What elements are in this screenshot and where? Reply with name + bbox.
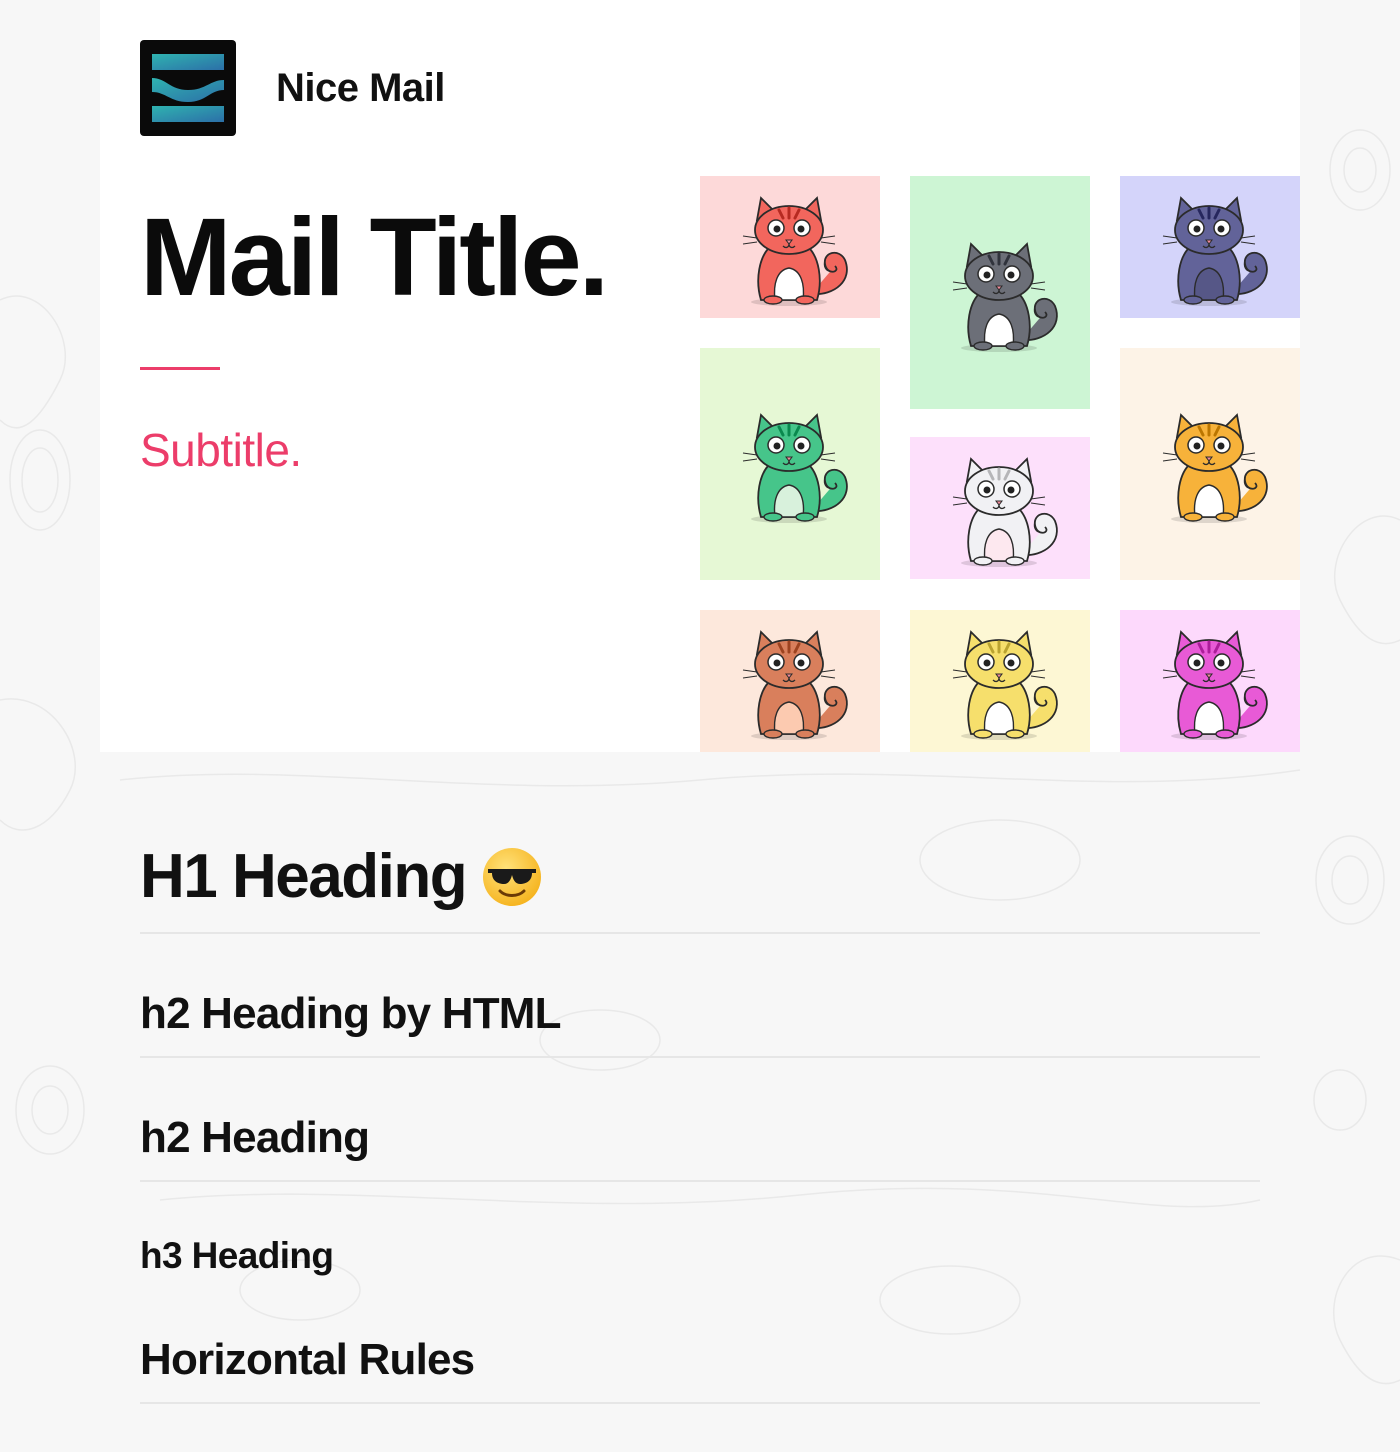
hero-section: Nice Mail Mail Title. Subtitle. bbox=[100, 0, 1300, 752]
brand-name: Nice Mail bbox=[276, 66, 445, 110]
h2-html-divider bbox=[140, 1056, 1260, 1058]
kitty-gray-tile bbox=[910, 176, 1090, 409]
h2-divider bbox=[140, 1180, 1260, 1182]
mail-title: Mail Title. bbox=[140, 196, 609, 319]
cat-icon bbox=[742, 630, 848, 740]
kitty-calico-tile bbox=[700, 610, 880, 752]
cat-icon bbox=[1162, 630, 1268, 740]
accent-divider bbox=[140, 367, 220, 370]
mail-subtitle: Subtitle. bbox=[140, 424, 302, 476]
kitty-red-tile bbox=[700, 176, 880, 318]
kitty-orange-tile bbox=[1120, 348, 1300, 580]
horizontal-rules-divider bbox=[140, 1402, 1260, 1404]
cat-icon bbox=[1162, 413, 1268, 523]
kitty-green-tile bbox=[700, 348, 880, 580]
h1-divider bbox=[140, 932, 1260, 934]
cat-icon bbox=[1162, 196, 1268, 306]
kitty-pink-tile bbox=[910, 437, 1090, 579]
cat-icon bbox=[742, 196, 848, 306]
cat-icon bbox=[952, 241, 1058, 352]
h1-heading-row: H1 Heading bbox=[140, 832, 542, 922]
horizontal-rules-heading: Horizontal Rules bbox=[140, 1335, 475, 1384]
cat-icon bbox=[952, 630, 1058, 740]
kitty-magenta-tile bbox=[1120, 610, 1300, 752]
h2-heading: h2 Heading bbox=[140, 1113, 370, 1162]
nice-mail-logo-icon bbox=[140, 40, 236, 136]
kitty-indigo-tile bbox=[1120, 176, 1300, 318]
cat-icon bbox=[952, 457, 1058, 567]
sunglasses-emoji-icon bbox=[483, 848, 542, 906]
h2-heading-by-html: h2 Heading by HTML bbox=[140, 989, 562, 1038]
h1-heading: H1 Heading bbox=[140, 842, 468, 911]
cat-icon bbox=[742, 413, 848, 523]
h3-heading: h3 Heading bbox=[140, 1235, 334, 1276]
kitty-yellow-tile bbox=[910, 610, 1090, 752]
